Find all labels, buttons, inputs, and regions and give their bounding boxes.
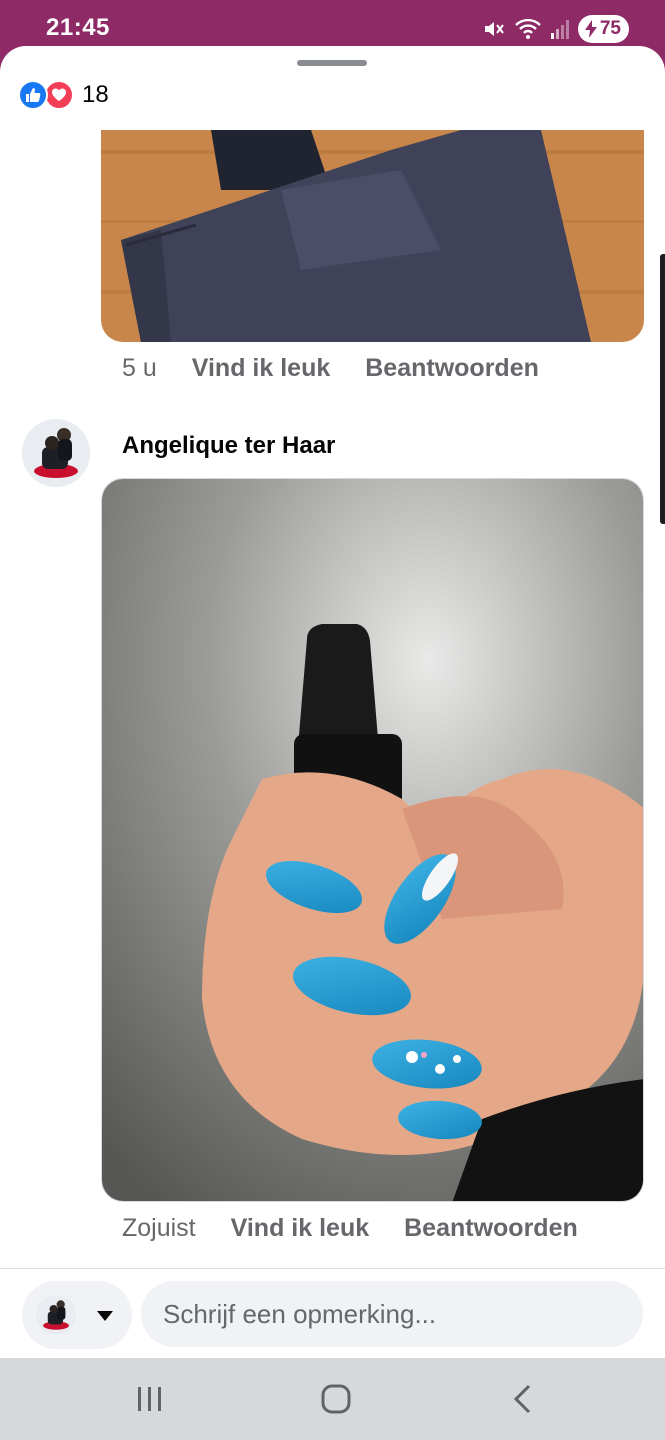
comments-sheet: 18 5 u Vind ik leuk Beantwoorden Angeliq…: [0, 46, 665, 1358]
signal-icon: [550, 18, 570, 40]
comment-actions: Zojuist Vind ik leuk Beantwoorden: [122, 1214, 613, 1243]
reply-button[interactable]: Beantwoorden: [404, 1214, 578, 1243]
home-button[interactable]: [306, 1378, 366, 1420]
status-icons: 75: [482, 14, 629, 44]
nails-photo: [102, 479, 643, 1201]
avatar-photo: [36, 1295, 76, 1335]
system-nav-bar: [0, 1358, 665, 1440]
like-button[interactable]: Vind ik leuk: [192, 354, 330, 383]
caret-down-icon: [96, 1309, 114, 1327]
battery-indicator: 75: [577, 15, 629, 43]
comment-image-pouch[interactable]: [101, 130, 644, 342]
like-icon: [18, 80, 48, 110]
avatar: [36, 1295, 76, 1335]
avatar-photo: [22, 419, 90, 487]
reply-button[interactable]: Beantwoorden: [365, 354, 539, 383]
comment-actions: 5 u Vind ik leuk Beantwoorden: [122, 354, 574, 383]
drag-handle[interactable]: [297, 60, 367, 66]
back-button[interactable]: [492, 1378, 552, 1420]
wifi-icon: [514, 17, 542, 41]
pouch-photo: [101, 130, 644, 342]
love-icon: [44, 80, 74, 110]
battery-level: 75: [599, 18, 621, 39]
charging-icon: [584, 20, 597, 38]
profile-switcher[interactable]: [22, 1281, 132, 1349]
comment-input[interactable]: [141, 1281, 643, 1347]
recents-button[interactable]: [120, 1378, 180, 1420]
like-button[interactable]: Vind ik leuk: [231, 1214, 369, 1243]
comment-time: 5 u: [122, 354, 157, 382]
recents-icon: [138, 1387, 161, 1411]
reactions-summary[interactable]: 18: [18, 80, 109, 110]
home-icon: [321, 1384, 351, 1414]
mute-icon: [482, 17, 506, 41]
status-time: 21:45: [46, 14, 110, 41]
comment-image-nails[interactable]: [101, 478, 644, 1202]
back-icon: [513, 1384, 531, 1414]
comment-time: Zojuist: [122, 1214, 196, 1242]
reaction-count: 18: [82, 81, 109, 108]
comment-composer: [0, 1268, 665, 1359]
avatar[interactable]: [22, 419, 90, 487]
comment-author[interactable]: Angelique ter Haar: [122, 432, 335, 460]
scroll-indicator: [660, 254, 665, 524]
